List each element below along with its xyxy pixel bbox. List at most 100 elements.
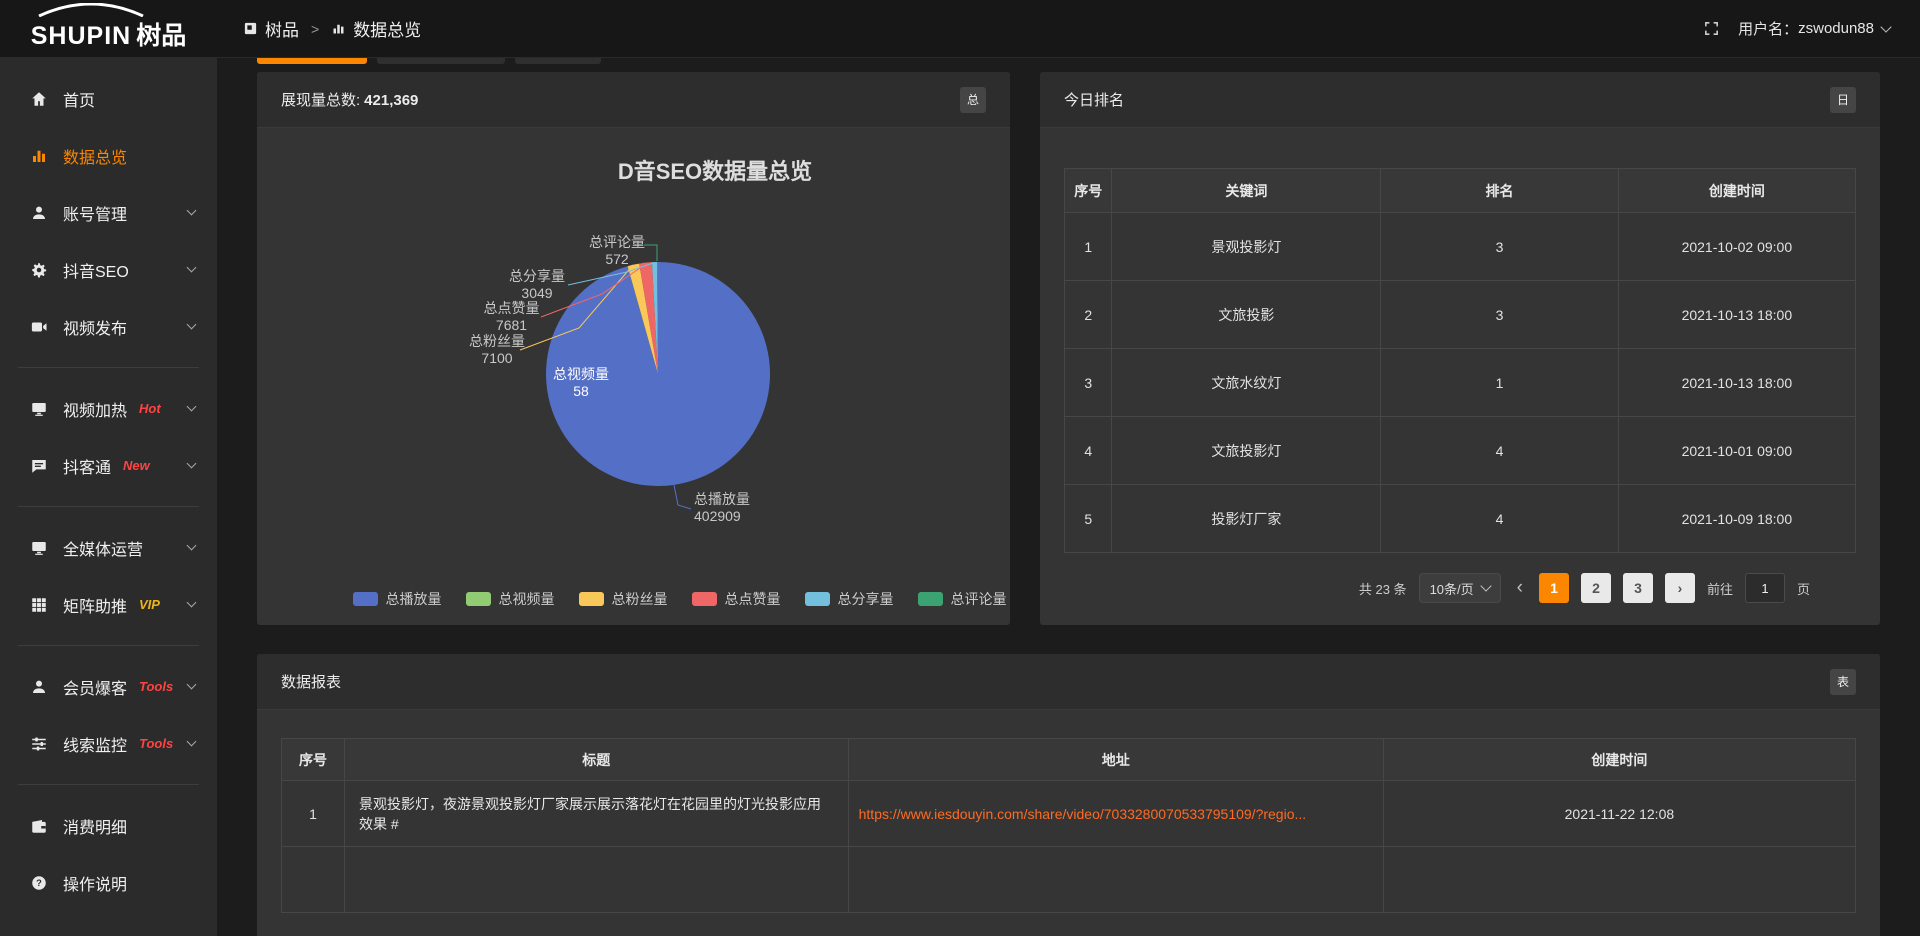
table-header-row: 序号标题地址创建时间 [282,739,1856,781]
day-badge[interactable]: 日 [1830,87,1856,113]
table-cell: 2021-11-22 12:08 [1383,781,1855,847]
sidebar-divider [18,784,199,785]
prev-page-button[interactable]: ‹ [1513,573,1527,603]
sidebar-item-video-heat[interactable]: 视频加热Hot [0,380,217,437]
sidebar-item-badge: Tools [139,736,173,751]
chevron-down-icon [187,459,197,469]
sidebar-item-media-operation[interactable]: 全媒体运营 [0,519,217,576]
legend-label: 总点赞量 [725,589,781,609]
table-row: 3文旅水纹灯12021-10-13 18:00 [1065,349,1856,417]
member-icon [30,678,50,696]
douyin-seo-icon [30,261,50,279]
sidebar-item-matrix-boost[interactable]: 矩阵助推VIP [0,576,217,633]
total-badge[interactable]: 总 [960,87,986,113]
page-button-1[interactable]: 1 [1539,573,1569,603]
breadcrumb-label: 数据总览 [353,16,421,41]
sidebar-item-video-publish[interactable]: 视频发布 [0,298,217,355]
sidebar-item-douyin-seo[interactable]: 抖音SEO [0,241,217,298]
table-cell: 2021-10-09 18:00 [1618,485,1855,553]
legend-chip [579,592,604,606]
goto-page-input[interactable] [1745,573,1785,603]
pie-label-name: 总分享量 [492,268,582,285]
sidebar-divider [18,367,199,368]
report-panel-title: 数据报表 [281,671,341,692]
sidebar-item-label: 消费明细 [63,814,127,838]
pie-label-3: 总点赞量7681 [464,300,559,334]
chart-icon [331,21,346,36]
impressions-total-label: 展现量总数: [281,92,360,109]
legend-label: 总粉丝量 [612,589,668,609]
breadcrumb: 树品 > 数据总览 [243,16,421,41]
logo: SHUPIN 树品 [0,0,217,57]
table-cell: 1 [282,781,345,847]
legend-label: 总播放量 [386,589,442,609]
page-button-2[interactable]: 2 [1581,573,1611,603]
legend-item-0[interactable]: 总播放量 [353,589,442,609]
legend-item-2[interactable]: 总粉丝量 [579,589,668,609]
table-cell: 1 [1381,349,1618,417]
table-cell: 3 [1065,349,1112,417]
douketong-icon [30,457,50,475]
breadcrumb-item-shupin[interactable]: 树品 [243,16,299,41]
table-cell: 4 [1065,417,1112,485]
svg-text:?: ? [36,878,42,888]
username-block[interactable]: 用户名：zswodun88 [1738,18,1890,39]
pagination-total: 共 23 条 [1359,579,1407,598]
page-size-select[interactable]: 10条/页 [1419,573,1501,603]
sidebar-item-member[interactable]: 会员爆客Tools [0,658,217,715]
sidebar-item-label: 视频发布 [63,315,127,339]
video-link[interactable]: https://www.iesdouyin.com/share/video/70… [859,806,1373,822]
legend-chip [692,592,717,606]
table-cell: https://www.iesdouyin.com/share/video/70… [848,781,1383,847]
table-badge[interactable]: 表 [1830,669,1856,695]
sidebar-item-label: 线索监控 [63,732,127,756]
pie-label-value: 7681 [464,317,559,334]
sidebar-item-label: 抖音SEO [63,258,129,282]
sidebar-item-douketong[interactable]: 抖客通New [0,437,217,494]
overview-panel-header: 展现量总数:421,369 总 [257,72,1010,128]
rank-panel-title: 今日排名 [1064,89,1124,110]
legend-label: 总分享量 [838,589,894,609]
username-label: 用户名： [1738,18,1798,39]
sidebar-divider [18,645,199,646]
logo-arc [29,3,153,17]
pie-label-value: 402909 [694,508,784,525]
column-header: 序号 [1065,169,1112,213]
page-button-3[interactable]: 3 [1623,573,1653,603]
fullscreen-icon[interactable] [1703,20,1720,37]
pie-label-line [674,485,691,509]
legend-chip [805,592,830,606]
sidebar-item-badge: VIP [139,597,160,612]
pie-label-2: 总粉丝量7100 [452,333,542,367]
legend-item-5[interactable]: 总评论量 [918,589,1007,609]
sidebar-divider [18,506,199,507]
breadcrumb-item-data-overview[interactable]: 数据总览 [331,16,421,41]
legend-item-3[interactable]: 总点赞量 [692,589,781,609]
column-header: 创建时间 [1383,739,1855,781]
media-operation-icon [30,539,50,557]
pie-label-name: 总点赞量 [464,300,559,317]
next-page-button[interactable]: › [1665,573,1695,603]
sidebar-item-data-overview[interactable]: 数据总览 [0,127,217,184]
chevron-down-icon [187,541,197,551]
impressions-total-value: 421,369 [364,92,418,109]
table-cell: 3 [1381,281,1618,349]
table-cell [282,847,345,913]
chevron-down-icon [187,737,197,747]
legend-chip [466,592,491,606]
pie-label-1: 总视频量58 [537,366,625,400]
legend-item-1[interactable]: 总视频量 [466,589,555,609]
sidebar-item-expense[interactable]: 消费明细 [0,797,217,854]
sidebar-item-help[interactable]: ?操作说明 [0,854,217,911]
video-heat-icon [30,400,50,418]
legend-chip [918,592,943,606]
legend-item-4[interactable]: 总分享量 [805,589,894,609]
table-cell: 1 [1065,213,1112,281]
column-header: 标题 [344,739,848,781]
sidebar-item-home[interactable]: 首页 [0,70,217,127]
home-icon [30,90,50,108]
username: zswodun88 [1798,20,1874,37]
sidebar-item-clue-monitor[interactable]: 线索监控 Tools [0,715,217,772]
table-row: 5投影灯厂家42021-10-09 18:00 [1065,485,1856,553]
sidebar-item-account[interactable]: 账号管理 [0,184,217,241]
